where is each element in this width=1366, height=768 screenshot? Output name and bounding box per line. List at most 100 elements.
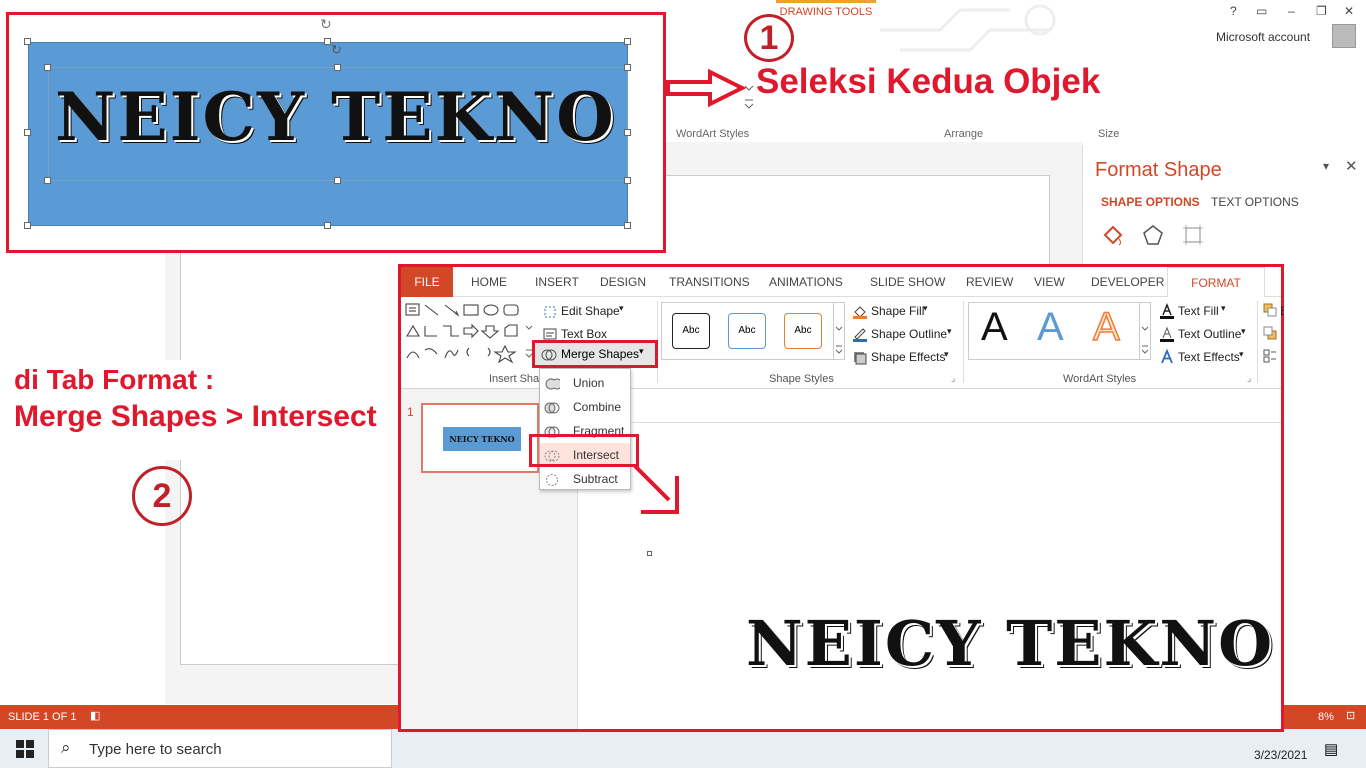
dialog-launcher-icon[interactable]: ⌟ <box>1247 373 1251 384</box>
merge-shapes-icon <box>541 349 557 361</box>
ribbon-display-icon[interactable]: ▭ <box>1256 4 1267 18</box>
rotate-handle-icon[interactable]: ↻ <box>320 16 332 33</box>
shape-fill-button[interactable]: Shape Fill <box>871 304 924 318</box>
text-fill-button[interactable]: Text Fill <box>1178 304 1219 318</box>
menu-item-union[interactable]: Union <box>540 371 630 395</box>
taskbar-search[interactable]: ⌕ Type here to search <box>48 729 392 768</box>
union-icon <box>545 378 560 390</box>
circuit-watermark <box>880 4 1056 52</box>
selection-handle[interactable] <box>24 222 31 229</box>
chevron-down-icon: ▾ <box>947 326 952 336</box>
screenshot: DRAWING TOOLS ? ▭ – ❐ ✕ Microsoft accoun… <box>0 0 1366 768</box>
step2-number: 2 <box>132 466 192 526</box>
edit-shape-button[interactable]: Edit Shape <box>561 304 620 318</box>
send-backward-icon <box>1263 326 1277 340</box>
text-outline-button[interactable]: Text Outline <box>1178 327 1241 341</box>
thumbnail-shape-text: NEICY TEKNO <box>443 427 521 451</box>
chevron-down-icon: ▾ <box>923 303 928 313</box>
selection-handle[interactable] <box>647 551 652 556</box>
drawing-tools-label: DRAWING TOOLS <box>776 0 876 22</box>
wordart-style-orange[interactable]: A <box>1092 304 1120 350</box>
selection-handle[interactable] <box>624 129 631 136</box>
arrange-group-label: Arrange <box>944 128 984 140</box>
shape-outline-button[interactable]: Shape Outline <box>871 327 947 341</box>
selection-handle[interactable] <box>624 177 631 184</box>
account-label[interactable]: Microsoft account <box>1216 30 1310 44</box>
step2-note: di Tab Format : Merge Shapes > Intersect <box>12 360 392 460</box>
slide-thumbnail[interactable]: NEICY TEKNO <box>421 403 539 473</box>
fill-line-icon[interactable] <box>1101 223 1125 247</box>
selection-handle[interactable] <box>624 64 631 71</box>
pane-menu-icon[interactable]: ▾ <box>1323 159 1329 173</box>
tab-insert[interactable]: INSERT <box>535 275 579 289</box>
chevron-down-icon: ▾ <box>619 303 624 313</box>
menu-item-label: Union <box>573 376 605 390</box>
restore-icon[interactable]: ❐ <box>1316 4 1327 18</box>
tab-home[interactable]: HOME <box>471 275 507 289</box>
close-icon[interactable]: ✕ <box>1344 4 1354 18</box>
shapes-gallery[interactable] <box>405 302 525 364</box>
tab-animations[interactable]: ANIMATIONS <box>769 275 843 289</box>
fit-slide-icon[interactable]: ⊡ <box>1346 709 1355 722</box>
dialog-launcher-icon[interactable]: ⌟ <box>951 373 955 384</box>
tab-view[interactable]: VIEW <box>1034 275 1065 289</box>
shape-effects-button[interactable]: Shape Effects <box>871 350 946 364</box>
selection-handle[interactable] <box>334 177 341 184</box>
size-properties-icon[interactable] <box>1181 223 1205 247</box>
tab-shape-options[interactable]: SHAPE OPTIONS <box>1101 195 1200 209</box>
selection-handle[interactable] <box>624 222 631 229</box>
tab-developer[interactable]: DEVELOPER <box>1091 275 1164 289</box>
text-effects-button[interactable]: Text Effects <box>1178 350 1240 364</box>
tab-transitions[interactable]: TRANSITIONS <box>669 275 750 289</box>
minimize-icon[interactable]: – <box>1288 4 1295 18</box>
selection-pane-icon <box>1263 349 1276 363</box>
merge-shapes-button[interactable]: Merge Shapes ▾ <box>532 340 658 368</box>
zoom-level[interactable]: 8% <box>1318 711 1334 723</box>
selection-handle[interactable] <box>324 38 331 45</box>
text-box-button[interactable]: Text Box <box>561 327 607 341</box>
tab-text-options[interactable]: TEXT OPTIONS <box>1211 195 1299 209</box>
wordart-style-black[interactable]: A <box>981 305 1008 350</box>
insert-shapes-group-label: Insert Sha <box>489 373 540 385</box>
search-placeholder: Type here to search <box>89 741 222 758</box>
selection-handle[interactable] <box>24 129 31 136</box>
notes-icon[interactable]: ◧ <box>90 709 100 722</box>
step2-inset: FILE HOME INSERT DESIGN TRANSITIONS ANIM… <box>398 264 1284 732</box>
avatar[interactable] <box>1332 24 1356 48</box>
menu-item-subtract[interactable]: Subtract <box>540 467 630 491</box>
size-group-label: Size <box>1098 128 1120 140</box>
menu-item-combine[interactable]: Combine <box>540 395 630 419</box>
tab-review[interactable]: REVIEW <box>966 275 1013 289</box>
menu-item-label: Subtract <box>573 472 618 486</box>
effects-icon[interactable] <box>1141 223 1165 247</box>
gallery-more-icon[interactable] <box>833 302 845 360</box>
wordart-style-blue[interactable]: A <box>1037 305 1064 350</box>
selection-handle[interactable] <box>44 64 51 71</box>
notifications-icon[interactable]: ▤ <box>1324 740 1338 758</box>
shape-fill-icon <box>853 306 867 319</box>
selection-handle[interactable] <box>44 177 51 184</box>
tab-design[interactable]: DESIGN <box>600 275 646 289</box>
help-icon[interactable]: ? <box>1230 4 1237 18</box>
selection-handle[interactable] <box>24 38 31 45</box>
wordart-text[interactable]: NEICY TEKNO <box>55 78 616 156</box>
text-fill-icon <box>1160 303 1174 319</box>
rotate-handle-icon[interactable]: ↻ <box>331 42 342 58</box>
tab-slide-show[interactable]: SLIDE SHOW <box>870 275 945 289</box>
group-divider <box>1257 301 1258 383</box>
selection-handle[interactable] <box>624 38 631 45</box>
gallery-more-icon[interactable] <box>1139 302 1151 360</box>
selection-handle[interactable] <box>324 222 331 229</box>
pane-close-icon[interactable]: ✕ <box>1345 157 1358 175</box>
chevron-down-icon: ▾ <box>1239 349 1244 359</box>
taskbar-date: 3/23/2021 <box>1254 748 1308 762</box>
bring-forward-button[interactable]: Bring F <box>1280 304 1284 318</box>
tab-format[interactable]: FORMAT <box>1167 267 1265 298</box>
shape-outline-icon <box>853 328 867 342</box>
merge-shapes-label: Merge Shapes <box>561 347 640 361</box>
red-arrow-icon <box>666 68 746 108</box>
merged-text-result[interactable]: NEICY TEKNO <box>746 607 1274 680</box>
tab-file[interactable]: FILE <box>401 267 453 297</box>
windows-start-icon[interactable] <box>16 740 34 758</box>
selection-handle[interactable] <box>334 64 341 71</box>
